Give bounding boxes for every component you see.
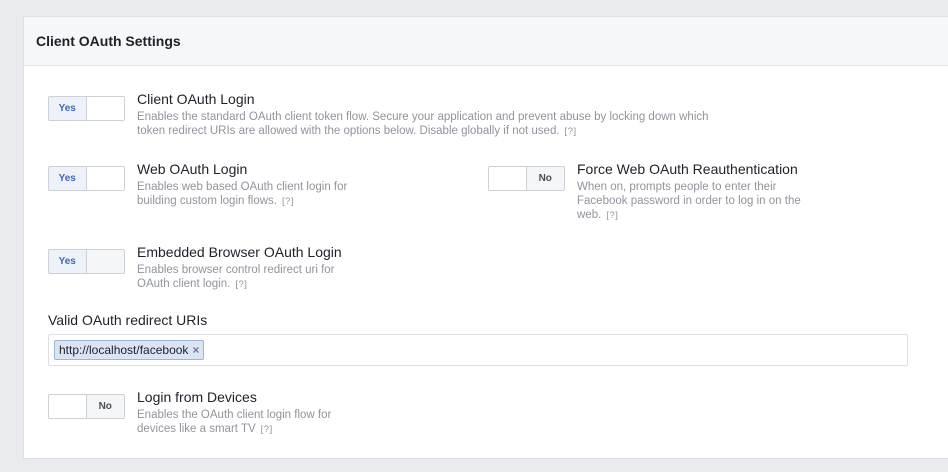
toggle-yes-label: Yes	[49, 250, 87, 273]
toggle-yes-label: Yes	[49, 167, 87, 190]
toggle-blank-half	[489, 167, 527, 190]
toggle-no-label: No	[86, 395, 124, 418]
description-text: Enables the standard OAuth client token …	[137, 111, 709, 137]
toggle-blank-half	[86, 250, 124, 273]
panel-header: Client OAuth Settings	[24, 17, 948, 66]
setting-text: Force Web OAuth Reauthentication When on…	[577, 160, 822, 223]
setting-text: Embedded Browser OAuth Login Enables bro…	[137, 243, 367, 292]
setting-text: Login from Devices Enables the OAuth cli…	[137, 388, 367, 437]
setting-title: Client OAuth Login	[137, 91, 255, 107]
toggle-blank-half	[49, 395, 87, 418]
toggle-no-label: No	[526, 167, 564, 190]
help-link[interactable]: [?]	[235, 279, 247, 290]
redirect-uris-input[interactable]: http://localhost/facebook ×	[48, 334, 908, 366]
toggle-blank-half	[86, 97, 124, 120]
embedded-browser-oauth-login-toggle[interactable]: Yes	[48, 249, 125, 274]
setting-title: Embedded Browser OAuth Login	[137, 244, 342, 260]
toggle-yes-label: Yes	[49, 97, 87, 120]
description-text: Enables the OAuth client login flow for …	[137, 409, 332, 435]
description-text: Enables web based OAuth client login for…	[137, 181, 348, 207]
web-oauth-login-toggle[interactable]: Yes	[48, 166, 125, 191]
setting-description: Enables the standard OAuth client token …	[137, 110, 717, 139]
toggle-blank-half	[86, 167, 124, 190]
setting-title: Force Web OAuth Reauthentication	[577, 161, 798, 177]
help-link[interactable]: [?]	[261, 424, 273, 435]
force-web-oauth-reauth-toggle[interactable]: No	[488, 166, 565, 191]
setting-title: Login from Devices	[137, 389, 257, 405]
setting-title: Web OAuth Login	[137, 161, 248, 177]
client-oauth-login-toggle[interactable]: Yes	[48, 96, 125, 121]
login-from-devices-toggle[interactable]: No	[48, 394, 125, 419]
setting-description: When on, prompts people to enter their F…	[577, 180, 822, 223]
redirect-uris-label: Valid OAuth redirect URIs	[48, 312, 208, 328]
setting-description: Enables the OAuth client login flow for …	[137, 408, 367, 437]
help-link[interactable]: [?]	[282, 196, 294, 207]
close-icon[interactable]: ×	[192, 344, 199, 356]
redirect-uri-token-text: http://localhost/facebook	[59, 343, 189, 357]
setting-text: Client OAuth Login Enables the standard …	[137, 90, 717, 139]
setting-description: Enables web based OAuth client login for…	[137, 180, 367, 209]
setting-description: Enables browser control redirect uri for…	[137, 263, 367, 292]
help-link[interactable]: [?]	[606, 210, 618, 221]
setting-text: Web OAuth Login Enables web based OAuth …	[137, 160, 367, 209]
panel-title: Client OAuth Settings	[36, 33, 181, 49]
help-link[interactable]: [?]	[565, 126, 577, 137]
redirect-uri-token: http://localhost/facebook ×	[54, 340, 205, 360]
